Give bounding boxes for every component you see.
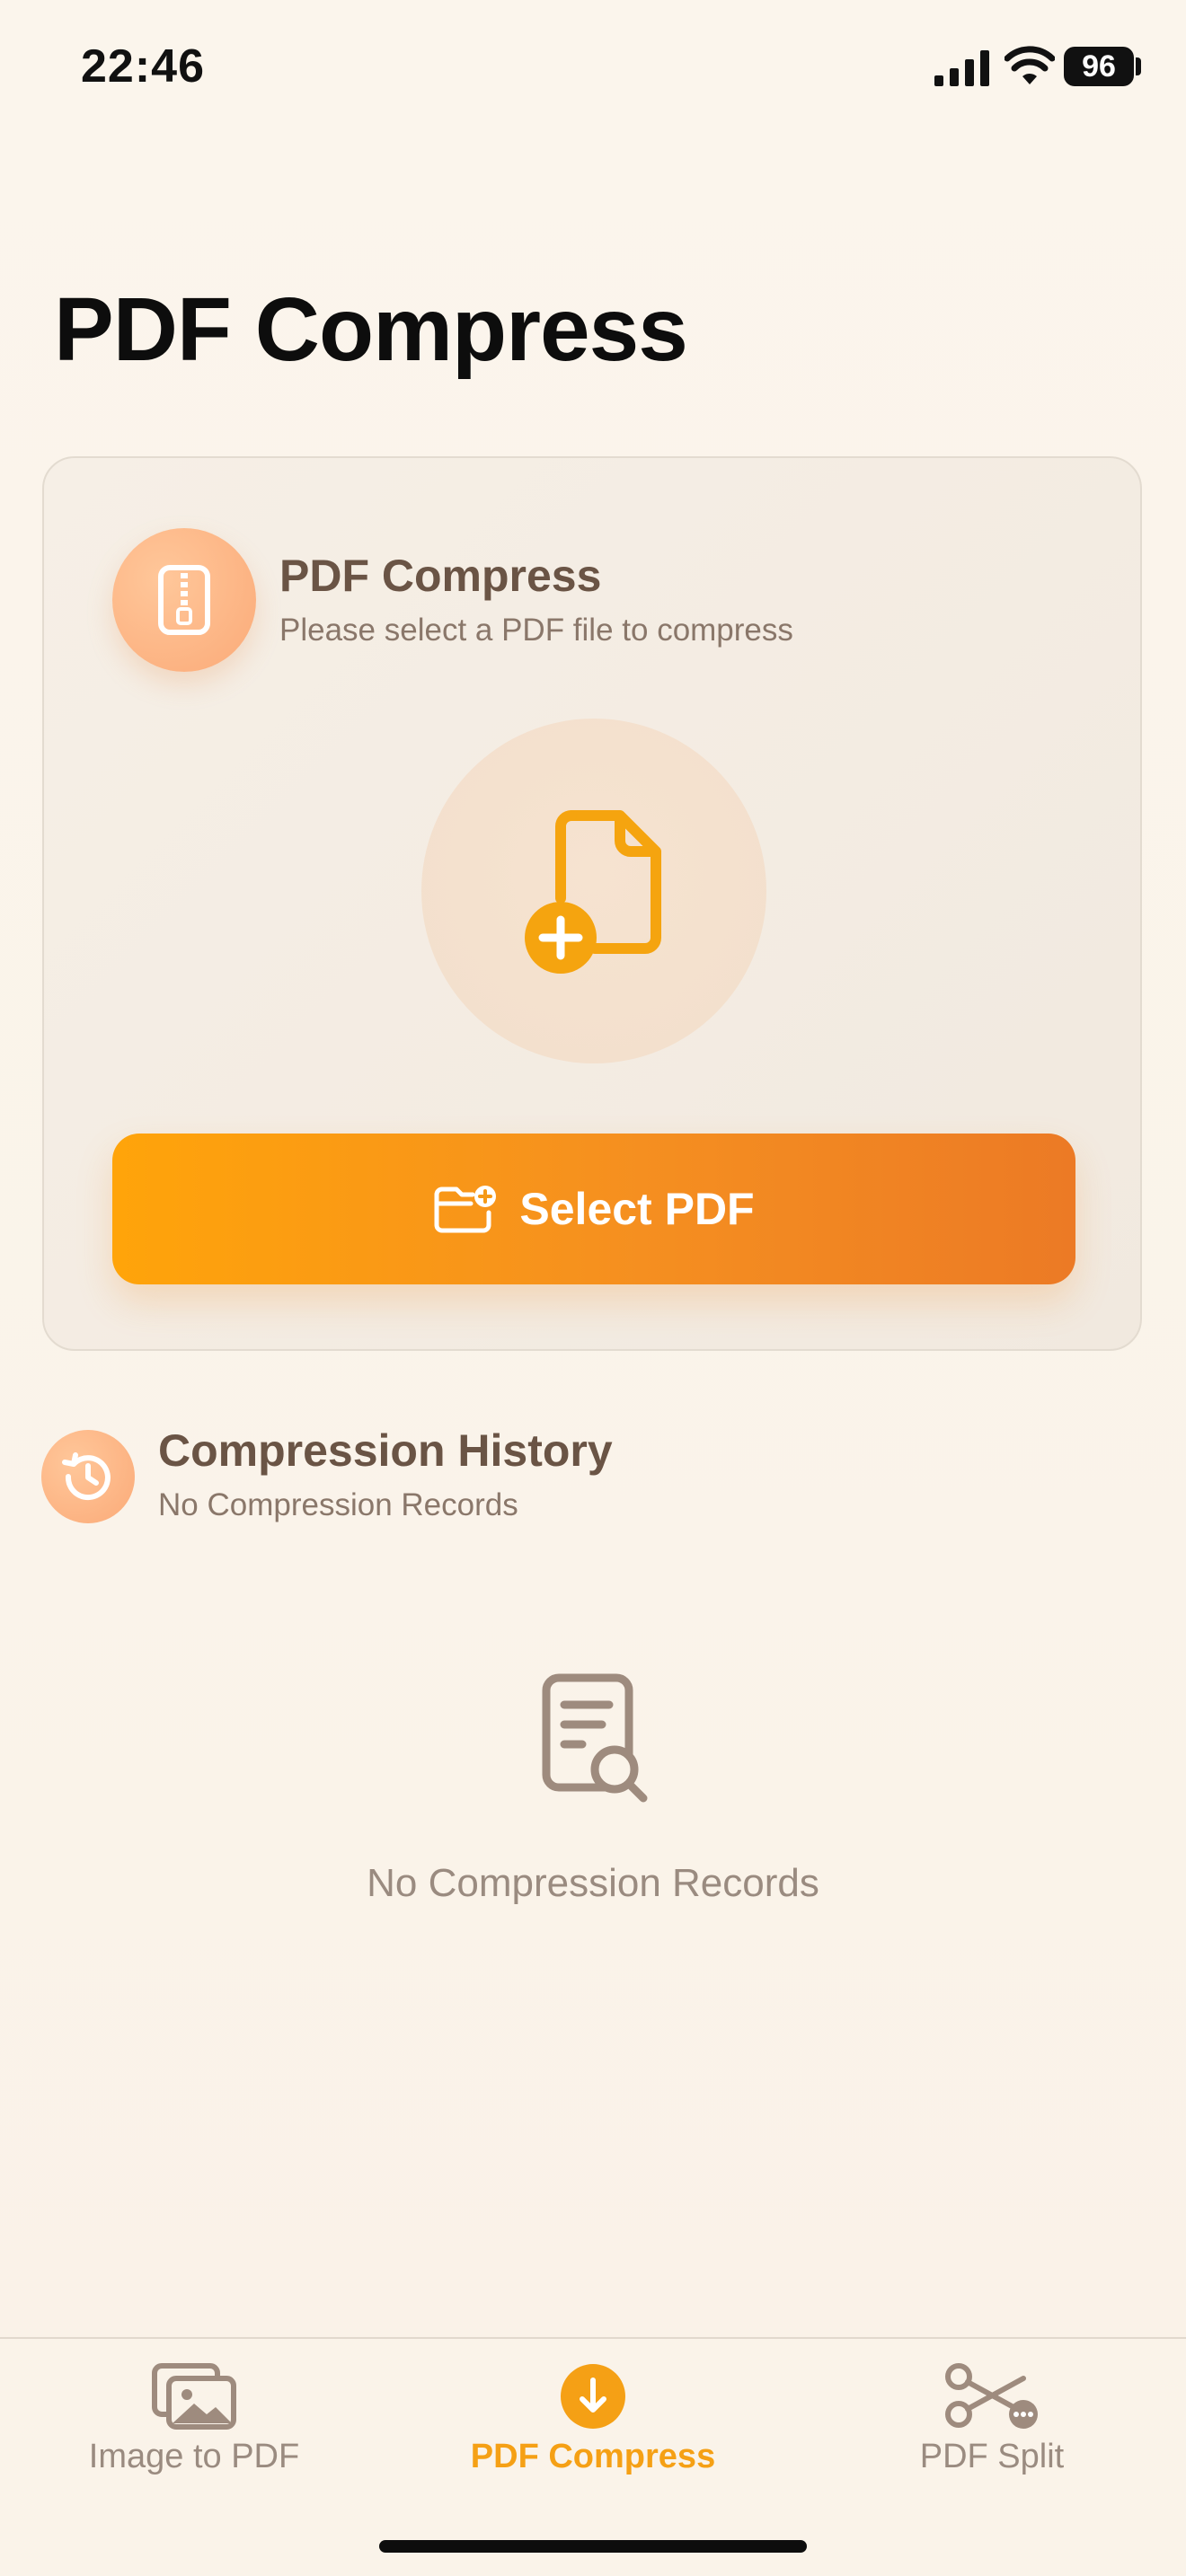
scissors-icon: [945, 2363, 1038, 2429]
images-icon: [152, 2363, 236, 2430]
select-pdf-button[interactable]: Select PDF: [112, 1134, 1075, 1284]
tab-pdf-split[interactable]: PDF Split: [857, 2339, 1127, 2510]
screen: 22:46 96 PDF Compress PDF Compress Pleas…: [0, 0, 1186, 2576]
status-bar: 22:46 96: [0, 0, 1186, 135]
folder-add-icon: [434, 1186, 497, 1233]
history-title: Compression History: [158, 1425, 613, 1476]
status-time: 22:46: [81, 40, 205, 93]
battery-indicator: 96: [1064, 47, 1134, 86]
select-pdf-label: Select PDF: [519, 1184, 755, 1234]
empty-state-text: No Compression Records: [367, 1861, 819, 1905]
tab-label: Image to PDF: [88, 2438, 300, 2475]
tab-label: PDF Split: [919, 2438, 1065, 2475]
compress-card: PDF Compress Please select a PDF file to…: [42, 456, 1142, 1351]
tab-label: PDF Compress: [470, 2438, 716, 2475]
battery-level: 96: [1082, 49, 1116, 84]
tab-pdf-compress[interactable]: PDF Compress: [458, 2339, 728, 2510]
history-subtitle: No Compression Records: [158, 1487, 518, 1522]
arrow-down-circle-icon: [561, 2364, 625, 2429]
tab-image-to-pdf[interactable]: Image to PDF: [59, 2339, 329, 2510]
history-icon: [41, 1430, 135, 1523]
zipper-file-icon: [112, 528, 256, 672]
pdf-drop-zone[interactable]: [421, 719, 766, 1063]
card-subtitle: Please select a PDF file to compress: [279, 613, 793, 648]
document-search-icon: [542, 1673, 648, 1803]
wifi-icon: [1005, 46, 1055, 84]
battery-tip: [1136, 57, 1141, 75]
home-indicator: [379, 2540, 807, 2553]
card-title: PDF Compress: [279, 551, 602, 601]
cellular-signal-icon: [934, 50, 989, 86]
file-add-icon: [525, 810, 661, 974]
page-title: PDF Compress: [54, 279, 688, 380]
